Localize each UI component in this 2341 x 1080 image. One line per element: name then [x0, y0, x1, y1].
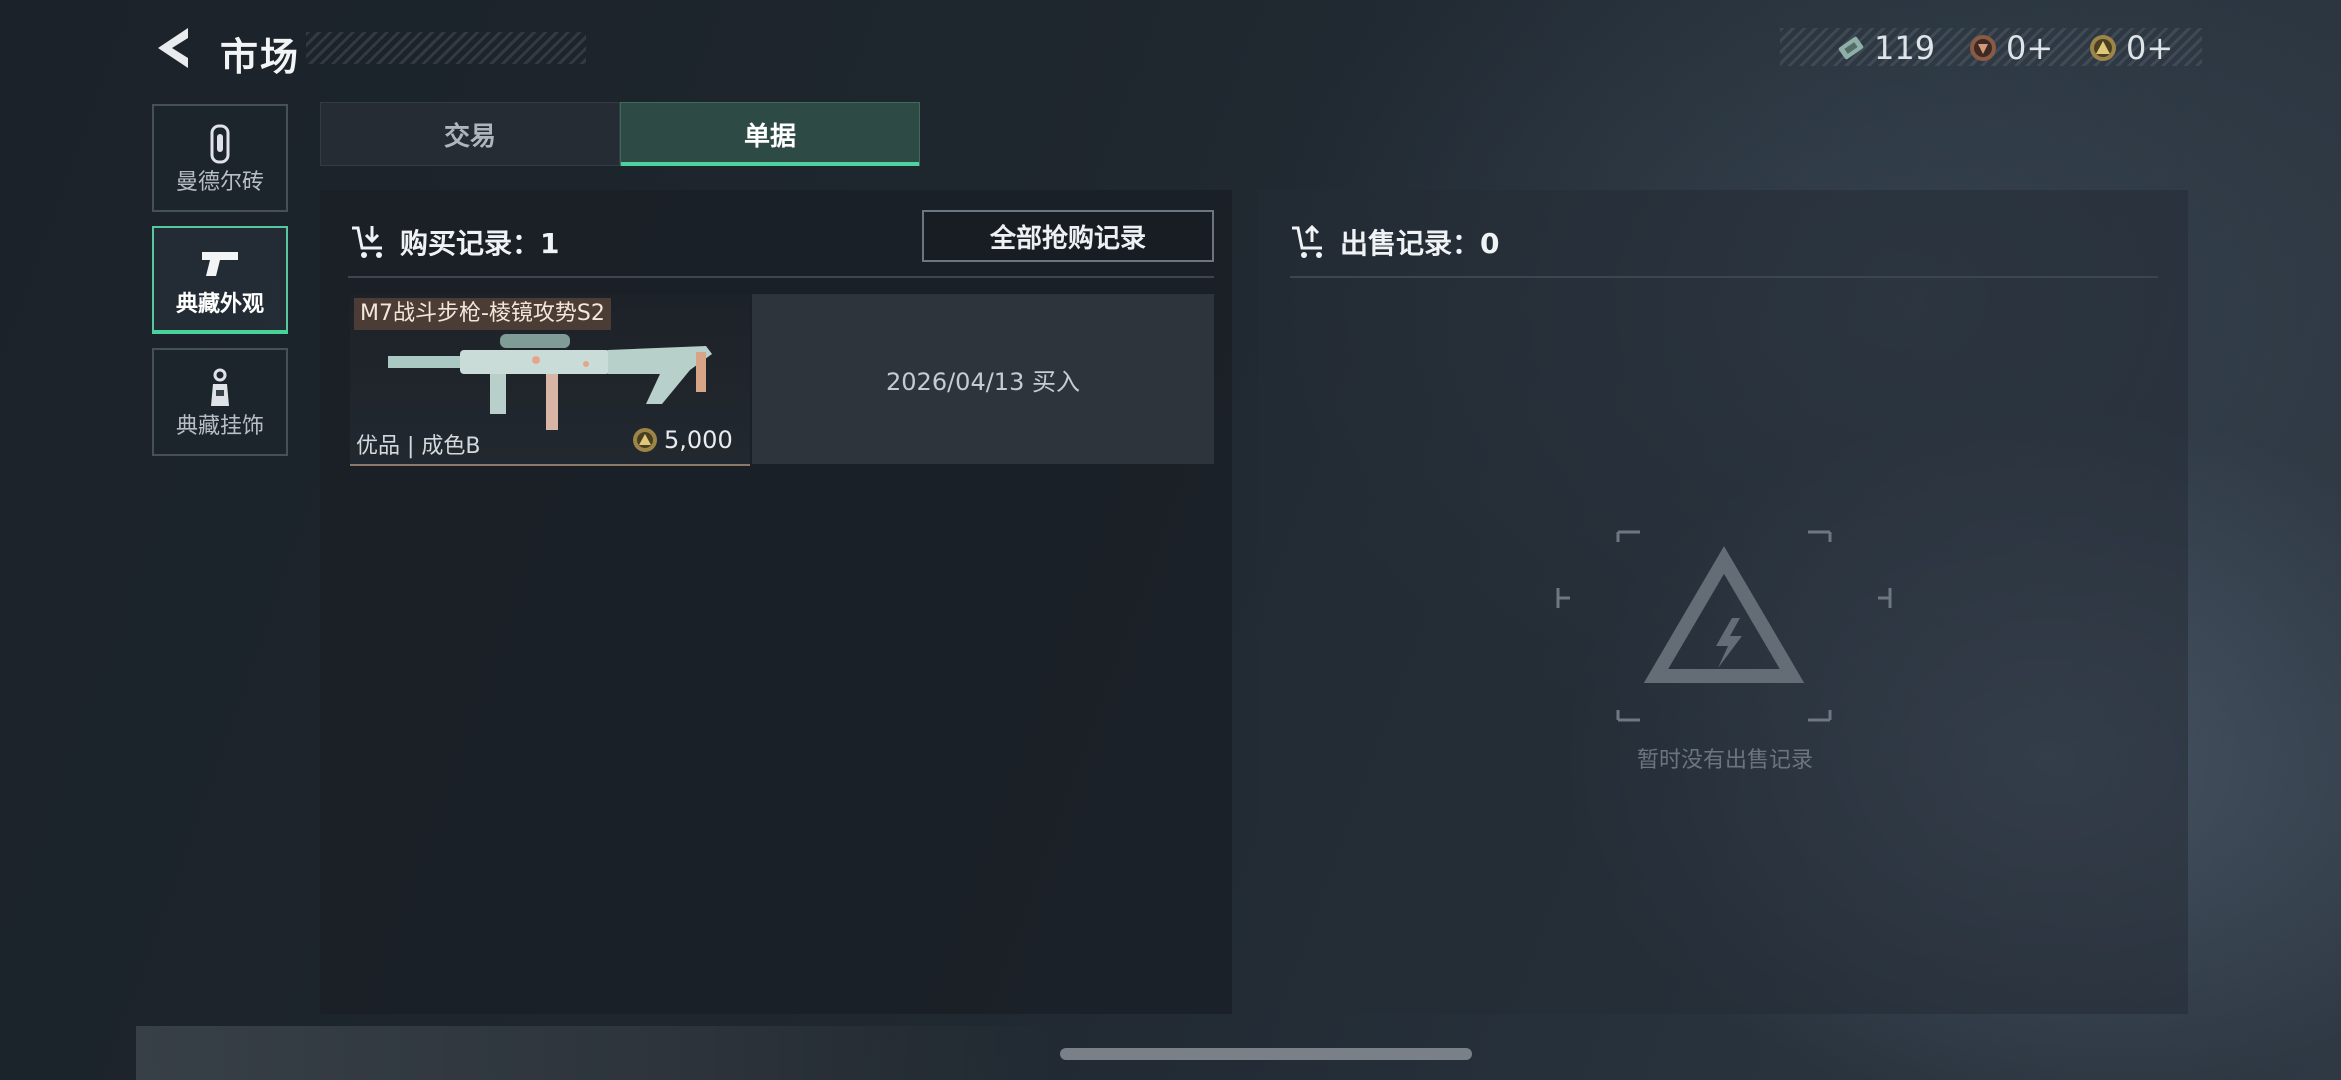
item-price-value: 5,000	[664, 426, 733, 454]
ticket-count: 119	[1874, 29, 1936, 67]
pistol-icon	[202, 252, 238, 276]
ticket-icon	[1838, 36, 1864, 60]
empty-state-text: 暂时没有出售记录	[1636, 748, 1813, 773]
bronze-coin-icon	[1970, 35, 1996, 61]
all-flash-sale-records-button[interactable]: 全部抢购记录	[922, 210, 1214, 262]
back-button[interactable]	[148, 22, 196, 74]
sale-records-header: 出售记录：0	[1290, 222, 1499, 262]
divider	[1290, 276, 2158, 278]
item-price: 5,000	[632, 426, 733, 454]
cart-upload-icon	[1292, 224, 1322, 258]
bottom-blurred-area	[136, 1026, 1060, 1080]
tab-label: 单据	[743, 121, 796, 152]
cart-download-icon	[352, 226, 382, 258]
gold-coin-icon	[2090, 35, 2116, 61]
tab-label: 交易	[443, 121, 496, 152]
home-indicator[interactable]	[1060, 1048, 1472, 1060]
gold-count: 0+	[2126, 29, 2174, 67]
sidebar-item-collection-charms[interactable]: 典藏挂饰	[152, 348, 288, 456]
sidebar-item-collection-skins[interactable]: 典藏外观	[152, 226, 288, 334]
sidebar-item-mandel-brick[interactable]: 曼德尔砖	[152, 104, 288, 212]
active-indicator	[152, 330, 288, 334]
divider	[348, 276, 1214, 278]
back-arrow-icon	[158, 28, 188, 68]
brick-icon	[210, 124, 230, 164]
item-name: M7战斗步枪-棱镜攻势S2	[354, 298, 611, 330]
purchase-records-title: 购买记录：1	[400, 227, 560, 260]
ticket-currency[interactable]: 119	[1836, 29, 1936, 67]
charm-icon	[211, 368, 229, 406]
tab-orders[interactable]: 单据	[620, 102, 920, 166]
bronze-count: 0+	[2006, 29, 2054, 67]
active-tab-indicator	[621, 162, 919, 166]
bronze-currency[interactable]: 0+	[1968, 29, 2054, 67]
sale-records-title: 出售记录：0	[1340, 227, 1500, 260]
gold-coin-icon	[633, 428, 657, 452]
empty-state-icon	[1556, 530, 1892, 722]
item-grade: 优品 | 成色B	[356, 434, 481, 459]
sidebar-item-label: 典藏挂饰	[175, 414, 264, 439]
purchase-records-header: 购买记录：1	[350, 222, 559, 262]
gold-currency[interactable]: 0+	[2088, 29, 2174, 67]
title-decoration	[306, 32, 586, 64]
sidebar-item-label: 曼德尔砖	[175, 170, 264, 195]
page-title: 市场	[220, 35, 301, 79]
purchase-date: 2026/04/13 买入	[752, 294, 1214, 464]
tab-trade[interactable]: 交易	[320, 102, 620, 166]
sidebar-item-label: 典藏外观	[175, 292, 264, 317]
